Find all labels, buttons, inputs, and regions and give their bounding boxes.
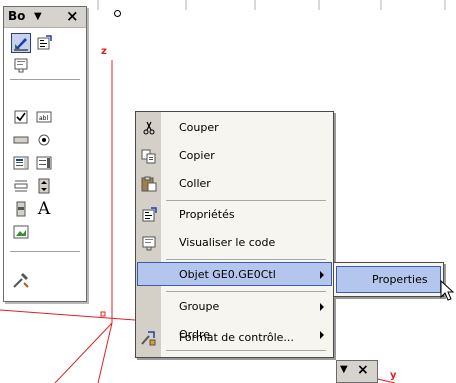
menu-item-label: Format de contrôle... bbox=[179, 331, 294, 344]
z-axis-label: z bbox=[101, 46, 107, 57]
command-button-icon[interactable] bbox=[11, 130, 31, 150]
menu-item-label: Propriétés bbox=[179, 208, 235, 221]
menu-item-visualiser-le-code[interactable]: Visualiser le code bbox=[136, 230, 333, 256]
image-icon[interactable] bbox=[11, 222, 31, 242]
design-mode-icon[interactable] bbox=[11, 33, 31, 53]
toolbar-options-icon[interactable]: ▼ bbox=[340, 364, 348, 375]
menu-item-coller[interactable]: Coller bbox=[136, 171, 333, 197]
submenu-item-properties[interactable]: Properties bbox=[372, 273, 428, 286]
menu-item-label: Groupe bbox=[179, 300, 220, 313]
menu-separator bbox=[166, 200, 326, 201]
menu-item-label: Visualiser le code bbox=[179, 236, 276, 249]
mouse-cursor-icon bbox=[440, 280, 455, 301]
x-axis bbox=[0, 309, 136, 321]
format-control-icon bbox=[140, 330, 157, 346]
menu-item-label: Copier bbox=[179, 149, 215, 162]
toolbox-title: Bo bbox=[8, 9, 26, 23]
more-controls-icon[interactable] bbox=[11, 270, 31, 290]
toolbox-separator bbox=[10, 79, 80, 80]
menu-separator bbox=[166, 259, 326, 260]
menu-item-format-de-controle[interactable]: Format de contrôle... bbox=[136, 325, 333, 351]
menu-item-proprietes[interactable]: Propriétés bbox=[136, 202, 333, 228]
scrollbar-icon[interactable] bbox=[11, 176, 31, 196]
scissors-icon bbox=[140, 120, 157, 136]
submenu-arrow-icon bbox=[320, 303, 324, 311]
combobox-icon[interactable] bbox=[34, 153, 54, 173]
svg-text:abl: abl bbox=[39, 115, 48, 122]
menu-item-label: Objet GE0.GE0Ctl bbox=[179, 268, 276, 281]
toolbar-options-icon[interactable]: ▼ bbox=[34, 11, 42, 22]
menu-item-copier[interactable]: Copier bbox=[136, 143, 333, 169]
toggle-icon[interactable] bbox=[11, 199, 31, 219]
spin-button-icon[interactable] bbox=[34, 176, 54, 196]
menu-item-label: Couper bbox=[179, 121, 219, 134]
menu-separator bbox=[166, 291, 326, 292]
paste-icon bbox=[140, 176, 157, 192]
properties-icon bbox=[140, 207, 157, 223]
origin-marker bbox=[114, 10, 121, 17]
control-toolbox: Bo ▼ × abl A bbox=[3, 6, 87, 302]
toolbox-separator bbox=[10, 251, 80, 252]
menu-item-objet-ge0-ge0ctl[interactable]: Objet GE0.GE0Ctl bbox=[136, 261, 333, 287]
view-code-icon bbox=[140, 235, 157, 251]
menu-item-groupe[interactable]: Groupe bbox=[136, 294, 333, 320]
close-icon[interactable]: × bbox=[357, 362, 369, 378]
menu-item-couper[interactable]: Couper bbox=[136, 115, 333, 141]
copy-icon bbox=[140, 148, 157, 164]
textbox-icon[interactable]: abl bbox=[34, 107, 54, 127]
submenu-arrow-icon bbox=[320, 271, 324, 279]
toolbox-titlebar[interactable]: Bo ▼ × bbox=[4, 7, 86, 28]
menu-item-label: Coller bbox=[179, 177, 211, 190]
floating-toolbar[interactable]: ▼ × bbox=[336, 360, 378, 383]
y-axis-label: y bbox=[390, 370, 397, 381]
view-code-icon[interactable] bbox=[11, 55, 31, 75]
option-button-icon[interactable] bbox=[34, 130, 54, 150]
close-icon[interactable]: × bbox=[66, 7, 79, 25]
listbox-icon[interactable] bbox=[11, 153, 31, 173]
submenu: Properties bbox=[333, 262, 444, 297]
checkbox-icon[interactable] bbox=[11, 107, 31, 127]
properties-sheet-icon[interactable] bbox=[34, 33, 54, 53]
label-icon[interactable]: A bbox=[34, 199, 54, 219]
y-axis bbox=[54, 322, 113, 383]
context-menu: Couper Copier Coller Propriétés Visualis… bbox=[135, 111, 334, 358]
